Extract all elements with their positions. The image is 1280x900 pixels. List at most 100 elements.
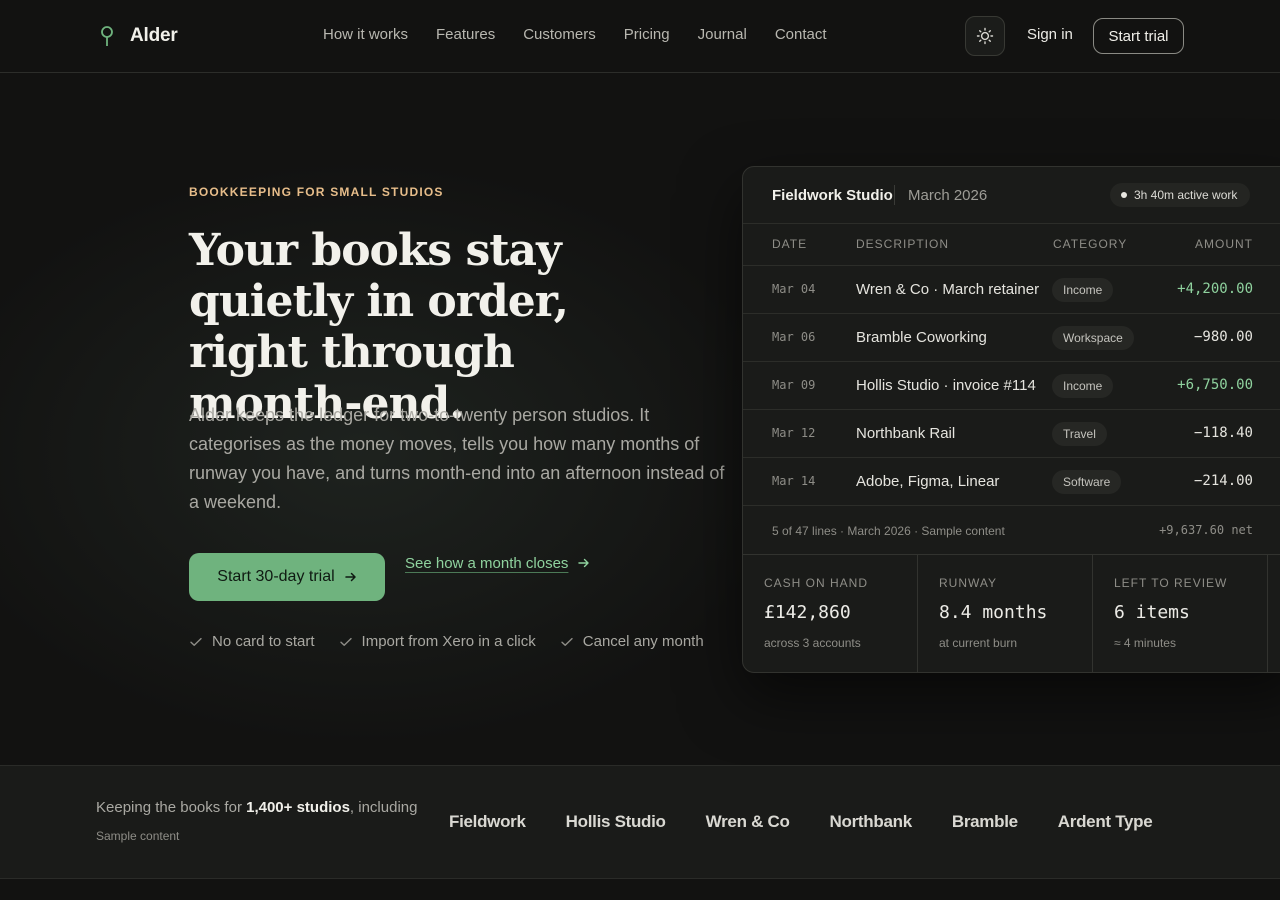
customer-logo-ardent-type: Ardent Type: [1057, 812, 1153, 831]
ledger-footer: 5 of 47 lines · March 2026 · Sample cont…: [743, 507, 1280, 555]
category-badge: Workspace: [1052, 326, 1134, 350]
ledger-month: March 2026: [908, 187, 988, 204]
stat-label: CASH ON HAND: [764, 576, 869, 590]
column-description: DESCRIPTION: [856, 237, 950, 251]
row-date: Mar 04: [772, 282, 816, 296]
assurance-text: Import from Xero in a click: [361, 633, 536, 650]
sun-icon: [976, 27, 994, 45]
active-work-badge: 3h 40m active work: [1110, 183, 1251, 207]
stat-runway: RUNWAY 8.4 months at current burn: [918, 555, 1093, 672]
row-amount: +4,200.00: [1177, 281, 1253, 297]
stat-label: RUNWAY: [939, 576, 997, 590]
customer-logo-northbank: Northbank: [829, 812, 913, 831]
category-badge: Income: [1052, 278, 1114, 302]
assurance-list: No card to start Import from Xero in a c…: [189, 633, 704, 650]
logos-lead: Keeping the books for 1,400+ studios, in…: [96, 799, 417, 816]
nav-link-customers[interactable]: Customers: [523, 25, 596, 45]
stat-sub: ≈ 4 minutes: [1114, 636, 1176, 650]
brand-name: Alder: [130, 25, 178, 46]
nav-link-contact[interactable]: Contact: [775, 25, 827, 45]
customer-logo-hollis-studio: Hollis Studio: [565, 812, 666, 831]
customer-logo-fieldwork: Fieldwork: [449, 812, 526, 831]
ledger-stats: CASH ON HAND £142,860 across 3 accounts …: [743, 555, 1280, 672]
nav-link-features[interactable]: Features: [436, 25, 495, 45]
assurance-item: Import from Xero in a click: [339, 633, 536, 650]
row-amount: −980.00: [1193, 329, 1253, 345]
row-description: Adobe, Figma, Linear: [856, 473, 1000, 490]
column-amount: AMOUNT: [1195, 237, 1253, 251]
logos-sample-note: Sample content: [96, 829, 180, 843]
sign-in-link[interactable]: Sign in: [1027, 26, 1073, 43]
category-badge: Income: [1052, 374, 1114, 398]
ledger-studio-name: Fieldwork Studio: [772, 187, 893, 204]
cta-secondary-label: See how a month closes: [405, 554, 569, 572]
row-amount: −214.00: [1193, 473, 1253, 489]
nav-links: How it works Features Customers Pricing …: [323, 25, 827, 45]
stat-value: 8.4 months: [939, 602, 1048, 623]
ledger-preview-card: Fieldwork Studio March 2026 3h 40m activ…: [742, 166, 1280, 673]
see-month-close-link[interactable]: See how a month closes: [405, 553, 590, 573]
arrow-right-icon: [578, 558, 590, 568]
ledger-column-headers: DATE DESCRIPTION CATEGORY AMOUNT: [743, 224, 1280, 266]
stat-sub: at current burn: [939, 636, 1018, 650]
active-work-text: 3h 40m active work: [1134, 188, 1238, 202]
ledger-header-divider: [894, 185, 895, 205]
table-row: Mar 04 Wren & Co · March retainer Income…: [743, 266, 1280, 314]
pin-icon: [101, 26, 113, 46]
ledger-footer-meta: 5 of 47 lines · March 2026 · Sample cont…: [772, 524, 1005, 538]
customer-logos-strip: Keeping the books for 1,400+ studios, in…: [0, 765, 1280, 879]
stat-cash-on-hand: CASH ON HAND £142,860 across 3 accounts: [743, 555, 918, 672]
row-description: Hollis Studio · invoice #114: [856, 377, 1036, 394]
ledger-net-total: +9,637.60 net: [1159, 523, 1253, 537]
assurance-text: Cancel any month: [582, 633, 704, 650]
stat-label: LEFT TO REVIEW: [1114, 576, 1228, 590]
row-description: Bramble Coworking: [856, 329, 987, 346]
stat-value: £142,860: [764, 602, 851, 623]
start-30-day-trial-button[interactable]: Start 30-day trial: [189, 553, 385, 601]
nav-link-journal[interactable]: Journal: [698, 25, 747, 45]
hero-lede: Alder keeps the ledger for two-to-twenty…: [189, 405, 725, 512]
category-badge: Travel: [1052, 422, 1107, 446]
stat-left-to-review: LEFT TO REVIEW 6 items ≈ 4 minutes: [1093, 555, 1268, 672]
row-date: Mar 12: [772, 426, 816, 440]
table-row: Mar 09 Hollis Studio · invoice #114 Inco…: [743, 362, 1280, 410]
arrow-right-icon: [344, 572, 356, 582]
row-description: Northbank Rail: [856, 425, 956, 442]
customer-logo-bramble: Bramble: [951, 812, 1018, 831]
stat-value: 6 items: [1114, 602, 1190, 623]
stat-sub: across 3 accounts: [764, 636, 861, 650]
table-row: Mar 12 Northbank Rail Travel −118.40: [743, 410, 1280, 458]
nav-link-how-it-works[interactable]: How it works: [323, 25, 408, 45]
customer-logo-wren-co: Wren & Co: [705, 812, 790, 831]
row-description: Wren & Co · March retainer: [856, 281, 1040, 298]
table-row: Mar 06 Bramble Coworking Workspace −980.…: [743, 314, 1280, 362]
brand-logo[interactable]: Alder: [96, 22, 178, 50]
hero-eyebrow: BOOKKEEPING FOR SMALL STUDIOS: [189, 185, 444, 199]
row-date: Mar 09: [772, 378, 816, 392]
assurance-item: No card to start: [189, 633, 315, 650]
check-icon: [561, 637, 573, 646]
row-amount: −118.40: [1193, 425, 1253, 441]
row-amount: +6,750.00: [1177, 377, 1253, 393]
category-badge: Software: [1052, 470, 1122, 494]
hero-headline: Your books stay quietly in order, right …: [189, 225, 569, 429]
nav-link-pricing[interactable]: Pricing: [624, 25, 670, 45]
theme-toggle-button[interactable]: [965, 16, 1005, 56]
status-dot-icon: [1121, 192, 1127, 198]
ledger-header: Fieldwork Studio March 2026 3h 40m activ…: [743, 167, 1280, 224]
customer-logo-row: Fieldwork Hollis Studio Wren & Co Northb…: [449, 812, 1153, 832]
row-date: Mar 06: [772, 330, 816, 344]
check-icon: [339, 637, 352, 646]
start-trial-button[interactable]: Start trial: [1093, 18, 1184, 54]
cta-primary-label: Start 30-day trial: [217, 568, 335, 585]
logos-lead-prefix: Keeping the books for: [96, 799, 247, 816]
column-date: DATE: [772, 237, 808, 251]
top-nav: Alder How it works Features Customers Pr…: [0, 0, 1280, 73]
logos-lead-count: 1,400+ studios: [246, 799, 350, 816]
row-date: Mar 14: [772, 474, 816, 488]
check-icon: [190, 637, 202, 646]
table-row: Mar 14 Adobe, Figma, Linear Software −21…: [743, 458, 1280, 506]
logos-lead-suffix: , including: [349, 799, 418, 816]
assurance-item: Cancel any month: [560, 633, 704, 650]
assurance-text: No card to start: [212, 633, 315, 650]
